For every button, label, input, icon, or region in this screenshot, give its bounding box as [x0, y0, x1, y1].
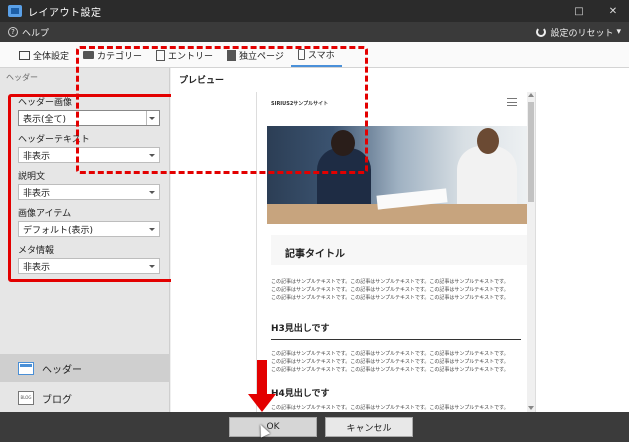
text-line: この記事はサンプルテキストです。この記事はサンプルテキストです。この記事はサンプ… [271, 351, 509, 357]
menubar: ? ヘルプ 設定のリセット ▾ [0, 22, 629, 42]
reset-icon [536, 27, 547, 37]
window-titlebar: レイアウト設定 □ ✕ [0, 0, 629, 22]
scroll-down-icon[interactable] [528, 406, 534, 410]
tab-general[interactable]: 全体設定 [12, 43, 76, 67]
nav-item-header[interactable]: ヘッダー [0, 354, 170, 382]
hamburger-menu-icon [507, 98, 517, 106]
heading-h4: H4見出しです [271, 389, 330, 399]
body-paragraph: この記事はサンプルテキストです。この記事はサンプルテキストです。この記事はサンプ… [271, 350, 531, 374]
chevron-down-icon: ▾ [616, 27, 621, 37]
header-layout-icon [18, 361, 34, 375]
app-icon [8, 5, 22, 17]
text-line: この記事はサンプルテキストです。この記事はサンプルテキストです。この記事はサンプ… [271, 295, 509, 301]
nav-label: ヘッダー [42, 364, 82, 376]
scroll-up-icon[interactable] [528, 93, 534, 97]
reset-settings-menu[interactable]: 設定のリセット ▾ [536, 26, 621, 39]
text-line: この記事はサンプルテキストです。この記事はサンプルテキストです。この記事はサンプ… [271, 405, 509, 411]
blog-icon: BLOG [18, 391, 34, 405]
window-title: レイアウト設定 [28, 7, 102, 19]
body-paragraph: この記事はサンプルテキストです。この記事はサンプルテキストです。この記事はサンプ… [271, 404, 531, 412]
reset-label: 設定のリセット [550, 28, 614, 39]
annotation-arrow-head [248, 394, 276, 412]
close-button[interactable]: ✕ [600, 0, 626, 22]
monitor-icon [19, 50, 30, 60]
help-menu[interactable]: ? ヘルプ [8, 26, 49, 39]
maximize-button[interactable]: □ [566, 0, 592, 22]
scroll-thumb[interactable] [528, 102, 534, 202]
help-label: ヘルプ [22, 28, 50, 39]
body-paragraph: この記事はサンプルテキストです。この記事はサンプルテキストです。この記事はサンプ… [271, 278, 531, 302]
text-line: この記事はサンプルテキストです。この記事はサンプルテキストです。この記事はサンプ… [271, 359, 509, 365]
nav-item-blog[interactable]: BLOG ブログ [0, 384, 170, 412]
heading-h3: H3見出しです [271, 324, 330, 334]
text-line: この記事はサンプルテキストです。この記事はサンプルテキストです。この記事はサンプ… [271, 287, 509, 293]
heading-underline [271, 339, 521, 340]
highlight-frame-dashed [76, 46, 368, 174]
tab-label: 全体設定 [33, 51, 70, 62]
nav-label: ブログ [42, 394, 72, 406]
article-title: 記事タイトル [285, 249, 345, 260]
help-icon: ? [8, 27, 18, 37]
annotation-arrow [257, 360, 267, 398]
preview-scrollbar[interactable] [527, 92, 535, 412]
hero-figure [477, 128, 499, 154]
dialog-footer: OK キャンセル [0, 412, 629, 442]
text-line: この記事はサンプルテキストです。この記事はサンプルテキストです。この記事はサンプ… [271, 367, 509, 373]
cancel-button[interactable]: キャンセル [325, 417, 413, 437]
ok-button[interactable]: OK [229, 417, 317, 437]
text-line: この記事はサンプルテキストです。この記事はサンプルテキストです。この記事はサンプ… [271, 279, 509, 285]
